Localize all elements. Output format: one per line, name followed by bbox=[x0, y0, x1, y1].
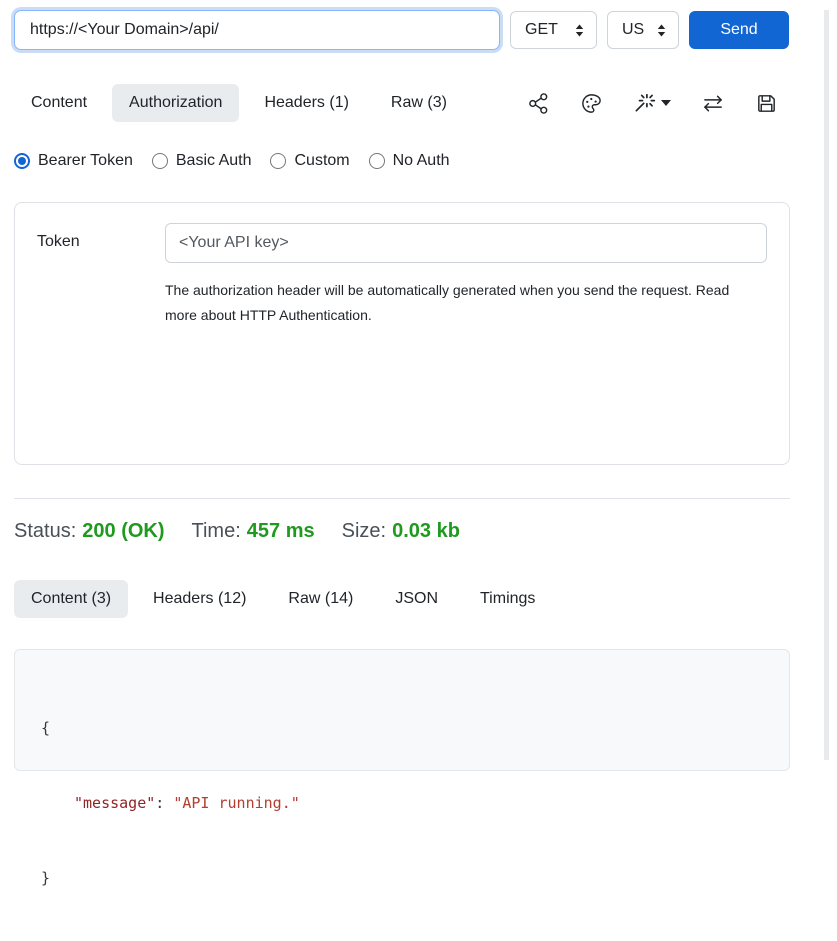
api-tester-page: GET US Send Content Authorization Header… bbox=[14, 10, 790, 771]
radio-label: Basic Auth bbox=[176, 152, 252, 170]
token-helper-text: The authorization header will be automat… bbox=[165, 278, 750, 328]
method-select[interactable]: GET bbox=[510, 11, 597, 49]
radio-label: Custom bbox=[294, 152, 349, 170]
bearer-token-panel: Token The authorization header will be a… bbox=[14, 202, 790, 465]
status-label: Status: bbox=[14, 520, 76, 542]
token-input[interactable] bbox=[165, 223, 767, 263]
tab-response-headers[interactable]: Headers (12) bbox=[136, 580, 263, 618]
size-label: Size: bbox=[342, 520, 386, 542]
region-value: US bbox=[622, 21, 644, 39]
url-input[interactable] bbox=[14, 10, 500, 50]
radio-unselected-icon bbox=[152, 153, 168, 169]
section-divider bbox=[14, 498, 790, 499]
radio-no-auth[interactable]: No Auth bbox=[369, 152, 450, 170]
save-icon[interactable] bbox=[755, 92, 778, 115]
tab-content[interactable]: Content bbox=[14, 84, 104, 122]
toolbar-icons bbox=[527, 92, 790, 115]
radio-label: No Auth bbox=[393, 152, 450, 170]
json-message-line: "message": "API running." bbox=[41, 791, 769, 816]
time-label: Time: bbox=[192, 520, 241, 542]
magic-wand-icon[interactable] bbox=[633, 92, 671, 115]
time-value: 457 ms bbox=[247, 520, 315, 542]
radio-custom[interactable]: Custom bbox=[270, 152, 349, 170]
token-label: Token bbox=[37, 223, 165, 328]
updown-arrows-icon bbox=[655, 23, 668, 38]
response-tabs: Content (3) Headers (12) Raw (14) JSON T… bbox=[14, 580, 790, 618]
size-badge: Size: 0.03 kb bbox=[342, 520, 460, 543]
share-icon[interactable] bbox=[527, 92, 550, 115]
radio-basic-auth[interactable]: Basic Auth bbox=[152, 152, 252, 170]
response-status-bar: Status: 200 (OK) Time: 457 ms Size: 0.03 kb bbox=[14, 520, 790, 543]
radio-selected-icon bbox=[14, 153, 30, 169]
status-badge: Status: 200 (OK) bbox=[14, 520, 165, 543]
chevron-down-icon bbox=[661, 100, 671, 106]
tab-headers[interactable]: Headers (1) bbox=[247, 84, 365, 122]
radio-label: Bearer Token bbox=[38, 152, 133, 170]
scrollbar-track[interactable] bbox=[824, 10, 829, 760]
size-value: 0.03 kb bbox=[392, 520, 460, 542]
response-body-viewer[interactable]: { "message": "API running." } bbox=[14, 649, 790, 771]
time-badge: Time: 457 ms bbox=[192, 520, 315, 543]
tab-response-json[interactable]: JSON bbox=[378, 580, 455, 618]
radio-unselected-icon bbox=[369, 153, 385, 169]
tab-raw[interactable]: Raw (3) bbox=[374, 84, 464, 122]
request-tabs: Content Authorization Headers (1) Raw (3… bbox=[14, 84, 790, 122]
palette-icon[interactable] bbox=[580, 92, 603, 115]
json-separator: : bbox=[155, 794, 173, 812]
radio-unselected-icon bbox=[270, 153, 286, 169]
radio-bearer-token[interactable]: Bearer Token bbox=[14, 152, 133, 170]
tab-response-content[interactable]: Content (3) bbox=[14, 580, 128, 618]
json-close-brace: } bbox=[41, 866, 769, 891]
swap-arrows-icon[interactable] bbox=[701, 92, 725, 115]
tab-response-timings[interactable]: Timings bbox=[463, 580, 552, 618]
json-open-brace: { bbox=[41, 716, 769, 741]
send-button[interactable]: Send bbox=[689, 11, 789, 49]
json-key: "message" bbox=[74, 794, 155, 812]
method-value: GET bbox=[525, 21, 558, 39]
updown-arrows-icon bbox=[573, 23, 586, 38]
request-bar: GET US Send bbox=[14, 10, 790, 50]
auth-type-options: Bearer Token Basic Auth Custom No Auth bbox=[14, 148, 790, 174]
tab-authorization[interactable]: Authorization bbox=[112, 84, 239, 122]
region-select[interactable]: US bbox=[607, 11, 679, 49]
status-value: 200 (OK) bbox=[82, 520, 164, 542]
json-value: "API running." bbox=[173, 794, 299, 812]
tab-response-raw[interactable]: Raw (14) bbox=[271, 580, 370, 618]
